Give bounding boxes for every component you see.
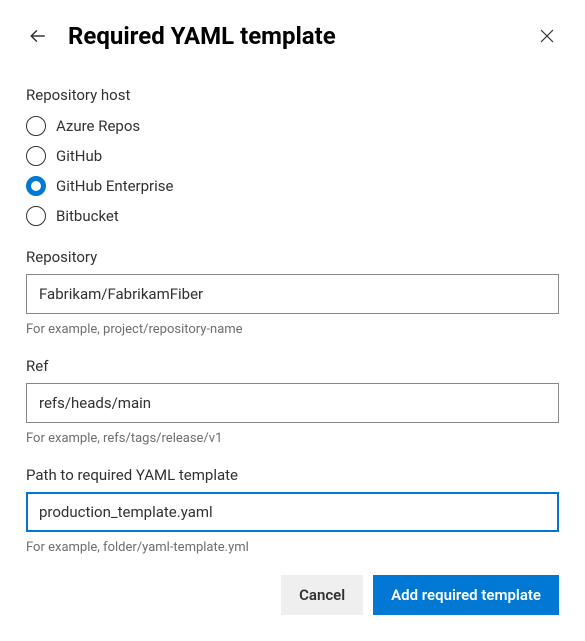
dialog-header: Required YAML template	[26, 22, 559, 50]
path-help: For example, folder/yaml-template.yml	[26, 540, 559, 555]
repository-field: Repository For example, project/reposito…	[26, 248, 559, 337]
radio-github-enterprise[interactable]: GitHub Enterprise	[26, 176, 559, 196]
path-label: Path to required YAML template	[26, 466, 559, 484]
radio-bitbucket[interactable]: Bitbucket	[26, 206, 559, 226]
cancel-button[interactable]: Cancel	[281, 575, 363, 615]
radio-label: Azure Repos	[56, 117, 140, 135]
path-input[interactable]	[26, 492, 559, 532]
arrow-left-icon	[29, 27, 47, 45]
path-field: Path to required YAML template For examp…	[26, 466, 559, 555]
radio-label: GitHub Enterprise	[56, 177, 174, 195]
host-label: Repository host	[26, 86, 559, 104]
repository-label: Repository	[26, 248, 559, 266]
ref-input[interactable]	[26, 383, 559, 423]
radio-github[interactable]: GitHub	[26, 146, 559, 166]
radio-circle-icon	[26, 146, 46, 166]
dialog-actions: Cancel Add required template	[26, 575, 559, 615]
host-radio-group: Azure Repos GitHub GitHub Enterprise Bit…	[26, 116, 559, 226]
repository-help: For example, project/repository-name	[26, 322, 559, 337]
radio-label: GitHub	[56, 147, 102, 165]
radio-circle-icon	[26, 116, 46, 136]
ref-help: For example, refs/tags/release/v1	[26, 431, 559, 446]
ref-label: Ref	[26, 357, 559, 375]
ref-field: Ref For example, refs/tags/release/v1	[26, 357, 559, 446]
repository-input[interactable]	[26, 274, 559, 314]
add-required-template-button[interactable]: Add required template	[373, 575, 559, 615]
dialog-title: Required YAML template	[68, 22, 535, 50]
radio-circle-icon	[26, 206, 46, 226]
radio-azure-repos[interactable]: Azure Repos	[26, 116, 559, 136]
radio-circle-selected-icon	[26, 176, 46, 196]
close-icon	[540, 29, 554, 43]
back-button[interactable]	[26, 24, 50, 48]
close-button[interactable]	[535, 24, 559, 48]
radio-label: Bitbucket	[56, 207, 119, 225]
